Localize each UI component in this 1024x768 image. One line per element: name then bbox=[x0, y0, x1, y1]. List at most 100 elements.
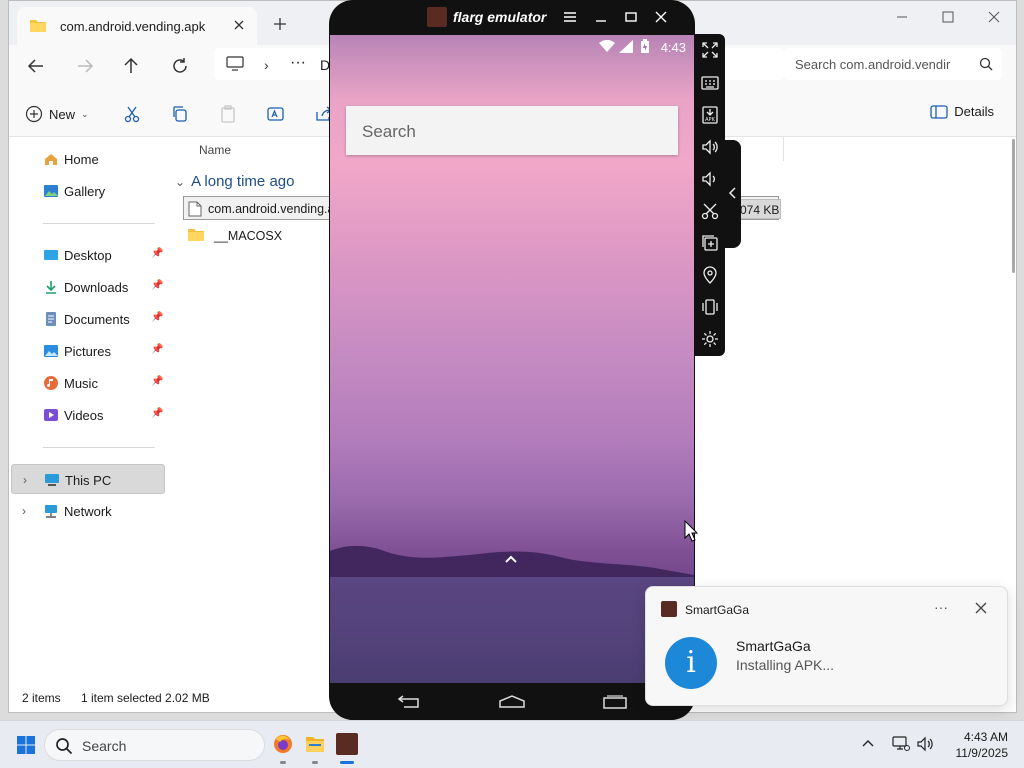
wallpaper-water bbox=[330, 577, 694, 683]
maximize-icon[interactable] bbox=[935, 7, 961, 27]
pin-icon[interactable]: 📌 bbox=[151, 344, 163, 355]
copy-icon[interactable] bbox=[170, 104, 190, 124]
file-explorer-icon[interactable] bbox=[304, 733, 326, 755]
rename-icon[interactable] bbox=[266, 104, 286, 124]
explorer-search-input[interactable]: Search com.android.vendir bbox=[784, 48, 1002, 80]
fullscreen-icon[interactable] bbox=[701, 41, 719, 59]
volume-down-icon[interactable] bbox=[701, 170, 719, 188]
side-toolbar-collapse[interactable] bbox=[725, 140, 741, 248]
system-clock[interactable]: 4:43 AM 11/9/2025 bbox=[946, 729, 1009, 761]
clock-date: 11/9/2025 bbox=[955, 746, 1009, 760]
add-instance-icon[interactable] bbox=[701, 234, 719, 252]
chevron-up-icon[interactable] bbox=[862, 738, 874, 748]
network-icon bbox=[45, 505, 57, 518]
emulator-title: flarg emulator bbox=[453, 9, 547, 25]
chevron-down-icon: ⌄ bbox=[175, 174, 186, 189]
file-icon bbox=[188, 201, 202, 217]
paste-icon[interactable] bbox=[218, 104, 238, 124]
sidebar-item-music[interactable]: Music 📌 bbox=[11, 368, 165, 398]
home-icon[interactable] bbox=[498, 695, 526, 709]
notification-toast[interactable]: SmartGaGa ··· i SmartGaGa Installing APK… bbox=[645, 586, 1008, 706]
sidebar-item-label: Downloads bbox=[64, 280, 129, 295]
pictures-icon bbox=[44, 345, 58, 357]
chevron-right-icon[interactable]: › bbox=[23, 473, 27, 487]
pin-icon[interactable]: 📌 bbox=[151, 408, 163, 419]
firefox-icon[interactable] bbox=[272, 733, 294, 755]
scrollbar-thumb[interactable] bbox=[1012, 139, 1015, 273]
minimize-icon[interactable] bbox=[594, 10, 608, 24]
explorer-tab[interactable]: com.android.vending.apk bbox=[17, 7, 257, 45]
emulator-titlebar[interactable]: flarg emulator bbox=[329, 0, 695, 35]
column-divider[interactable] bbox=[783, 137, 784, 161]
pin-icon[interactable]: 📌 bbox=[151, 280, 163, 291]
sidebar-item-pictures[interactable]: Pictures 📌 bbox=[11, 336, 165, 366]
info-icon: i bbox=[665, 637, 717, 689]
sidebar-item-label: Home bbox=[64, 152, 99, 167]
volume-up-icon[interactable] bbox=[701, 138, 719, 156]
sidebar-item-documents[interactable]: Documents 📌 bbox=[11, 304, 165, 334]
more-options-icon[interactable]: ··· bbox=[934, 599, 948, 615]
close-window-icon[interactable] bbox=[981, 7, 1007, 27]
taskbar: Search 4:43 AM 11/9/2025 bbox=[0, 720, 1024, 768]
sidebar-item-this-pc[interactable]: › This PC bbox=[11, 464, 165, 494]
emulator-app-icon[interactable] bbox=[336, 733, 358, 755]
cut-icon[interactable] bbox=[122, 104, 142, 124]
sidebar-item-gallery[interactable]: Gallery bbox=[11, 176, 165, 206]
details-pane-icon bbox=[930, 104, 948, 119]
sidebar-divider bbox=[43, 223, 155, 224]
refresh-icon[interactable] bbox=[169, 55, 191, 77]
sidebar-item-desktop[interactable]: Desktop 📌 bbox=[11, 240, 165, 270]
group-header[interactable]: ⌄ A long time ago bbox=[175, 173, 294, 190]
recents-icon[interactable] bbox=[602, 695, 628, 709]
chevron-up-icon[interactable] bbox=[504, 554, 518, 564]
keyboard-icon[interactable] bbox=[701, 74, 719, 92]
close-icon[interactable] bbox=[975, 602, 987, 614]
pin-icon[interactable]: 📌 bbox=[151, 312, 163, 323]
sidebar-item-videos[interactable]: Videos 📌 bbox=[11, 400, 165, 430]
chevron-right-icon[interactable]: › bbox=[22, 504, 26, 518]
back-arrow-icon[interactable] bbox=[25, 55, 47, 77]
settings-gear-icon[interactable] bbox=[701, 330, 719, 348]
install-apk-icon[interactable]: APK bbox=[701, 106, 719, 124]
search-icon bbox=[979, 57, 993, 71]
sidebar-item-label: Gallery bbox=[64, 184, 106, 199]
sidebar-item-network[interactable]: › Network bbox=[11, 496, 165, 526]
maximize-icon[interactable] bbox=[624, 10, 638, 24]
new-tab-icon[interactable] bbox=[271, 15, 289, 33]
column-header-name[interactable]: Name bbox=[199, 143, 231, 157]
menu-icon[interactable] bbox=[563, 10, 577, 24]
item-count: 2 items bbox=[22, 691, 61, 705]
app-logo-icon bbox=[661, 601, 677, 617]
volume-icon[interactable] bbox=[917, 736, 935, 752]
mouse-cursor-icon bbox=[684, 520, 698, 542]
details-button[interactable]: Details bbox=[930, 104, 994, 119]
pin-icon[interactable]: 📌 bbox=[151, 376, 163, 387]
sidebar-item-label: Documents bbox=[64, 312, 130, 327]
this-pc-icon bbox=[226, 56, 244, 71]
up-arrow-icon[interactable] bbox=[120, 55, 142, 77]
sidebar-item-label: Videos bbox=[64, 408, 104, 423]
close-icon[interactable] bbox=[654, 10, 668, 24]
android-search-bar[interactable]: Search bbox=[346, 106, 678, 155]
breadcrumb-overflow-icon[interactable]: ··· bbox=[290, 54, 306, 72]
selection-info: 1 item selected 2.02 MB bbox=[81, 691, 210, 705]
shake-icon[interactable] bbox=[701, 298, 719, 316]
location-icon[interactable] bbox=[701, 266, 719, 284]
group-header-label: A long time ago bbox=[191, 173, 295, 190]
screenshot-cut-icon[interactable] bbox=[701, 202, 719, 220]
breadcrumb-chevron-icon: › bbox=[264, 57, 269, 73]
taskbar-search[interactable]: Search bbox=[44, 729, 265, 761]
close-tab-icon[interactable] bbox=[229, 15, 249, 35]
windows-start-icon[interactable] bbox=[17, 736, 35, 754]
pin-icon[interactable]: 📌 bbox=[151, 248, 163, 259]
back-icon[interactable] bbox=[396, 695, 422, 709]
forward-arrow-icon[interactable] bbox=[74, 55, 96, 77]
new-button[interactable]: New ⌄ bbox=[25, 103, 89, 125]
svg-text:APK: APK bbox=[705, 117, 715, 123]
notification-title: SmartGaGa bbox=[736, 638, 811, 654]
sidebar-item-home[interactable]: Home bbox=[11, 144, 165, 174]
minimize-icon[interactable] bbox=[889, 7, 915, 27]
sidebar-item-downloads[interactable]: Downloads 📌 bbox=[11, 272, 165, 302]
android-screen[interactable]: 4:43 Search bbox=[330, 35, 694, 683]
network-status-icon[interactable] bbox=[892, 736, 910, 752]
